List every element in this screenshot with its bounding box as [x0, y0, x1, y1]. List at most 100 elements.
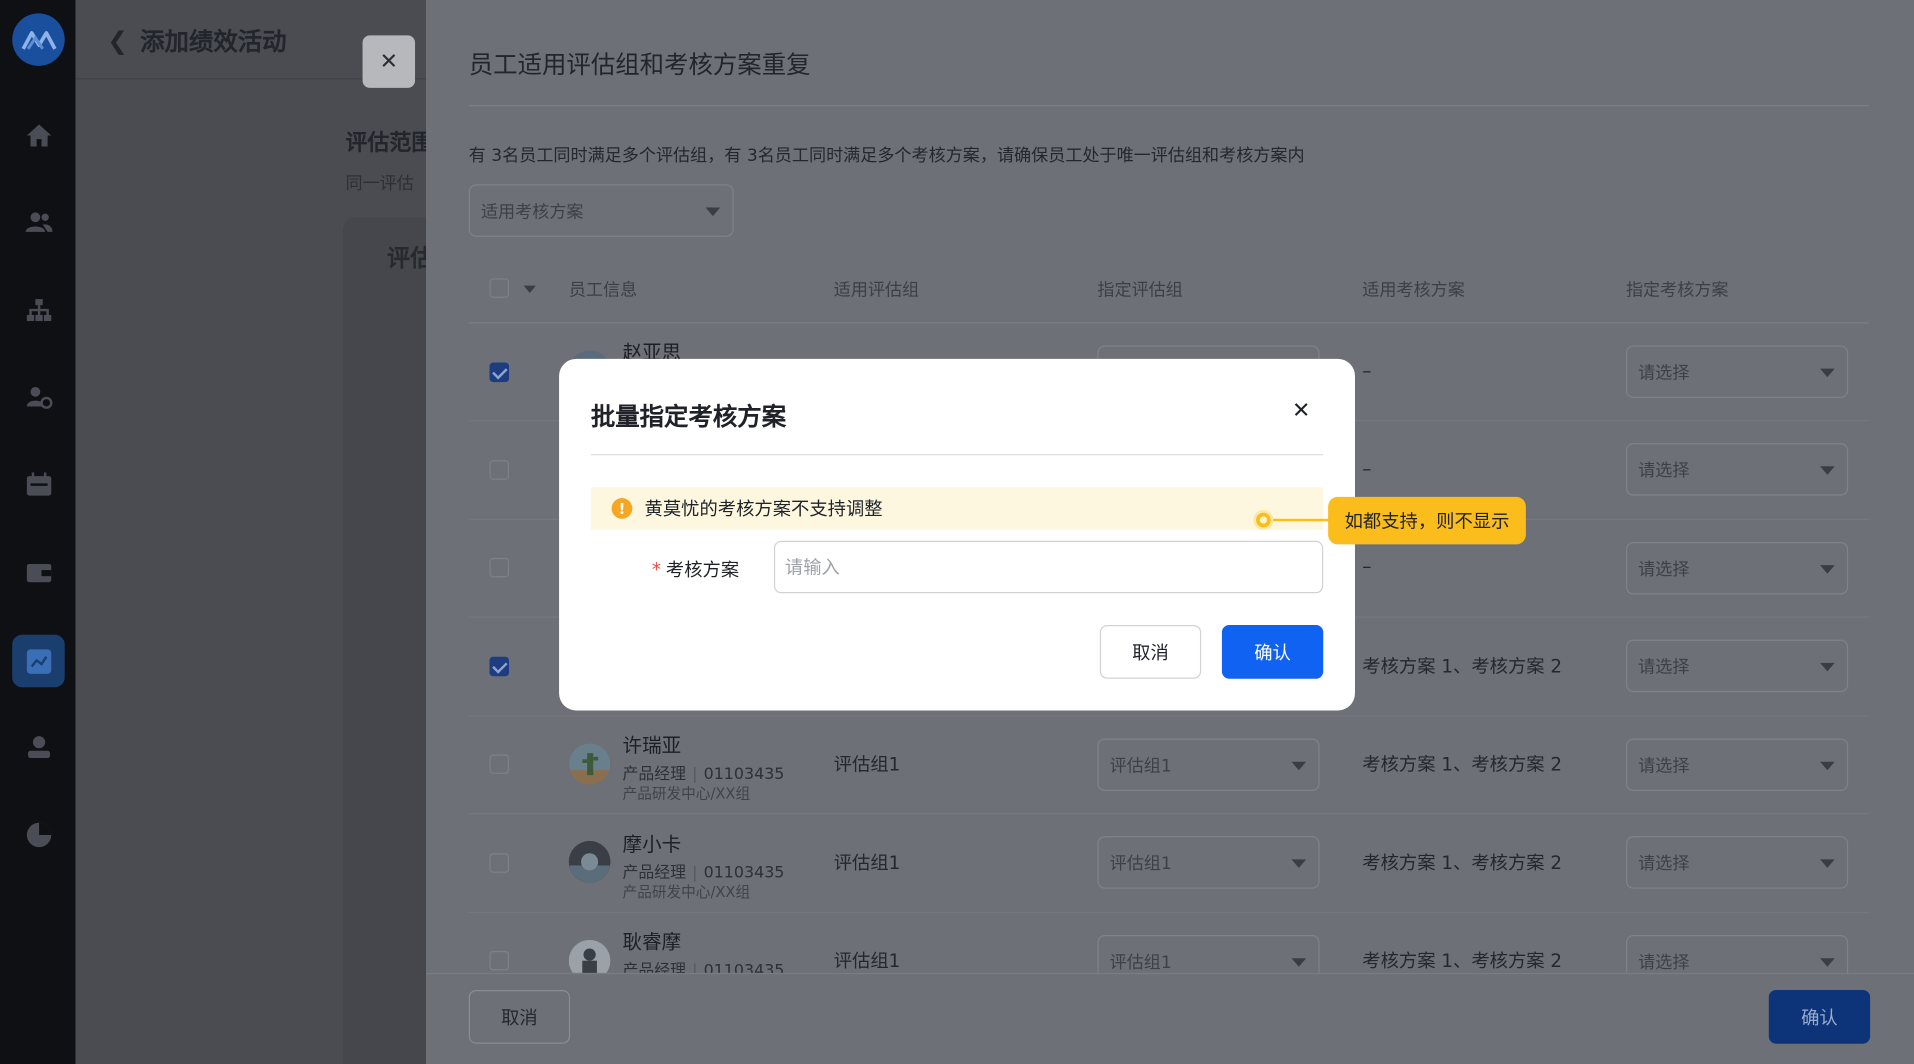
row-checkbox[interactable]: [489, 557, 510, 578]
calendar-icon[interactable]: [22, 468, 56, 502]
caret-down-icon: [1820, 858, 1835, 868]
select-all-checkbox[interactable]: [489, 278, 510, 298]
row-checkbox[interactable]: [489, 950, 510, 971]
assign-group-value: 评估组1: [1109, 952, 1172, 973]
employee-name: 耿睿摩: [622, 930, 682, 954]
row-checkbox[interactable]: [489, 754, 510, 774]
col-applicable-group: 适用评估组: [833, 280, 920, 301]
applicable-plan-cell: 考核方案 1、考核方案 2: [1362, 655, 1563, 678]
employee-meta: 产品经理 | 01103435: [622, 864, 785, 883]
section-title: 评估范围: [345, 130, 434, 157]
drawer-title: 员工适用评估组和考核方案重复: [468, 50, 811, 80]
employee-name: 许瑞亚: [622, 733, 682, 757]
caret-down-icon: [1291, 858, 1307, 868]
assign-plan-placeholder: 请选择: [1638, 559, 1690, 580]
caret-down-icon: [1291, 761, 1307, 770]
employee-dept: 产品研发中心/XX组: [622, 883, 751, 901]
applicable-group-cell: 评估组1: [833, 753, 901, 776]
row-checkbox[interactable]: [489, 853, 510, 873]
annotation-line: [1273, 518, 1330, 522]
user-settings-icon[interactable]: [22, 380, 56, 414]
plan-filter-select[interactable]: 适用考核方案: [468, 184, 734, 237]
col-employee-info: 员工信息: [568, 280, 638, 301]
app-logo[interactable]: [12, 13, 65, 66]
person-icon[interactable]: [22, 730, 56, 764]
drawer-description: 有 3名员工同时满足多个评估组，有 3名员工同时满足多个考核方案，请确保员工处于…: [468, 146, 1305, 167]
plan-filter-placeholder: 适用考核方案: [480, 202, 584, 222]
assign-group-value: 评估组1: [1109, 853, 1172, 874]
caret-down-icon: [705, 206, 721, 216]
plan-field-label-text: 考核方案: [665, 559, 740, 582]
employee-position: 产品经理: [622, 864, 687, 883]
assign-plan-select[interactable]: 请选择: [1625, 639, 1849, 693]
table-header-divider: [468, 322, 1869, 324]
modal-confirm-button[interactable]: 确认: [1221, 624, 1324, 679]
col-applicable-plan: 适用考核方案: [1362, 280, 1465, 301]
row-checkbox[interactable]: [489, 460, 510, 480]
wallet-icon[interactable]: [22, 555, 56, 589]
drawer-divider: [468, 104, 1869, 107]
applicable-plan-cell: 考核方案 1、考核方案 2: [1362, 852, 1563, 875]
drawer-footer: [426, 972, 1914, 1064]
pie-chart-icon[interactable]: [22, 818, 56, 852]
logo-mark-icon: [21, 31, 57, 50]
home-icon[interactable]: [22, 118, 56, 152]
row-divider: [468, 911, 1869, 914]
row-checkbox[interactable]: [489, 362, 510, 383]
warning-icon: !: [611, 498, 633, 519]
assign-plan-select[interactable]: 请选择: [1625, 345, 1849, 398]
drawer-confirm-button[interactable]: 确认: [1768, 989, 1871, 1044]
warning-text: 黄莫忧的考核方案不支持调整: [644, 498, 883, 521]
left-nav-rail: [0, 0, 76, 1064]
caret-down-icon: [1820, 368, 1835, 377]
avatar: [568, 841, 611, 883]
page-title[interactable]: ❮ 添加绩效活动: [107, 22, 286, 57]
close-icon: ✕: [379, 48, 399, 75]
employee-position: 产品经理: [622, 765, 687, 784]
drawer-cancel-button[interactable]: 取消: [468, 989, 571, 1044]
assign-group-select[interactable]: 评估组1: [1097, 836, 1320, 889]
org-chart-icon[interactable]: [22, 293, 56, 327]
employee-dept: 产品研发中心/XX组: [622, 784, 751, 802]
employee-meta: 产品经理 | 01103435: [622, 765, 785, 784]
caret-down-icon: [1820, 465, 1835, 475]
assign-plan-select[interactable]: 请选择: [1625, 836, 1849, 889]
applicable-group-cell: 评估组1: [833, 949, 901, 972]
assign-plan-placeholder: 请选择: [1638, 952, 1690, 973]
assign-plan-placeholder: 请选择: [1638, 756, 1690, 776]
assign-group-select[interactable]: 评估组1: [1097, 738, 1320, 792]
applicable-plan-cell: –: [1362, 457, 1372, 480]
caret-down-icon: [1820, 957, 1835, 967]
applicable-plan-cell: 考核方案 1、考核方案 2: [1362, 949, 1563, 972]
people-icon[interactable]: [22, 205, 56, 239]
chevron-left-icon[interactable]: ❮: [107, 25, 127, 54]
modal-title: 批量指定考核方案: [590, 401, 787, 431]
section-description: 同一评估: [345, 174, 414, 195]
applicable-plan-cell: 考核方案 1、考核方案 2: [1362, 753, 1563, 776]
caret-down-icon: [1820, 564, 1835, 574]
annotation-bubble: 如都支持，则不显示: [1328, 496, 1526, 545]
row-checkbox[interactable]: [489, 656, 510, 677]
select-menu-caret-icon[interactable]: [523, 285, 536, 293]
avatar: [568, 743, 611, 785]
assign-group-value: 评估组1: [1109, 756, 1172, 776]
assign-plan-select[interactable]: 请选择: [1625, 443, 1849, 496]
page-title-text: 添加绩效活动: [140, 26, 287, 57]
assign-plan-select[interactable]: 请选择: [1625, 541, 1849, 595]
col-assign-group: 指定评估组: [1097, 280, 1183, 301]
assign-plan-placeholder: 请选择: [1638, 853, 1690, 874]
caret-down-icon: [1820, 662, 1835, 671]
modal-cancel-button[interactable]: 取消: [1099, 624, 1202, 679]
annotation-dot: [1253, 510, 1274, 530]
plan-input[interactable]: [773, 540, 1324, 594]
modal-close-button[interactable]: ✕: [1289, 397, 1313, 423]
performance-icon[interactable]: [12, 634, 65, 688]
drawer-close-button[interactable]: ✕: [362, 35, 416, 88]
assign-plan-placeholder: 请选择: [1638, 363, 1690, 383]
row-divider: [468, 715, 1869, 717]
row-divider: [468, 812, 1869, 815]
employee-id: 01103435: [703, 765, 785, 784]
applicable-plan-cell: –: [1362, 360, 1372, 383]
required-asterisk: *: [651, 559, 662, 582]
assign-plan-select[interactable]: 请选择: [1625, 738, 1849, 792]
